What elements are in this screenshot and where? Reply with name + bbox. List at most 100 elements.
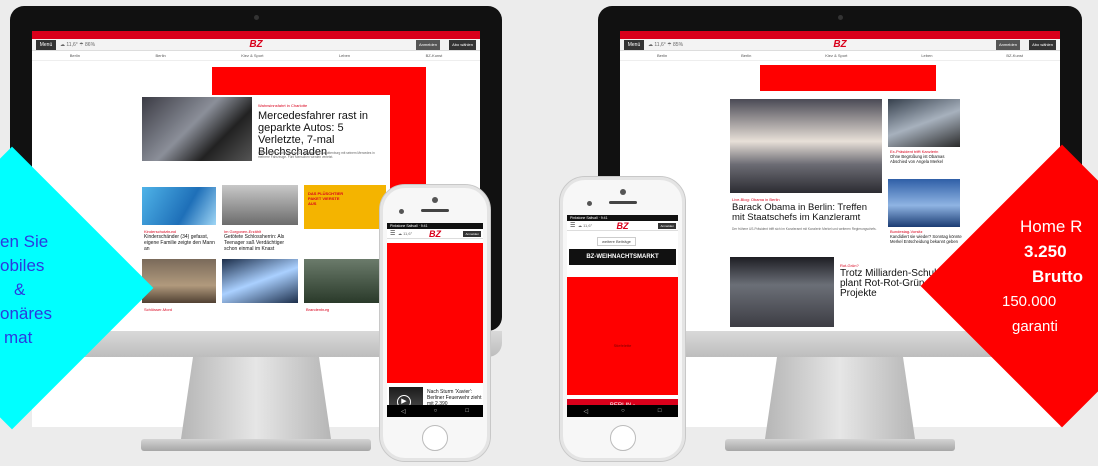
monitor-stand — [181, 357, 331, 439]
side-headline[interactable]: Kandidiert sie wieder? Sonntag könnte Me… — [890, 234, 962, 244]
story-kicker: Brandenburg — [306, 307, 330, 312]
hamburger-icon[interactable]: ☰ — [390, 231, 395, 237]
menu-button[interactable]: Menü — [36, 40, 56, 50]
lead-headline[interactable]: Barack Obama in Berlin: Treffen mit Staa… — [732, 203, 882, 223]
content-column: Ex-Präsident trifft Kanzlerin Ohne Begrü… — [728, 97, 964, 343]
content-column: Wahnsinnsfahrt in Charlotte Mercedesfahr… — [140, 95, 390, 351]
lead-image[interactable] — [142, 97, 252, 161]
story-image[interactable] — [222, 259, 298, 303]
story-image[interactable] — [142, 259, 216, 303]
promo-banner[interactable]: BZ-WEIHNACHTSMARKT — [569, 249, 676, 265]
lead-kicker: Wahnsinnsfahrt in Charlotte — [258, 103, 308, 108]
monitor-foot — [725, 439, 955, 451]
nav-item[interactable]: Berlin — [657, 51, 667, 60]
nav-item[interactable]: Kiez & Sport — [825, 51, 847, 60]
diamond-line: onäres — [0, 304, 52, 323]
ad-text: DAS PLÜSCHTIER PAKET VIERSTE AUS — [308, 191, 344, 206]
login-button[interactable]: Anmelden — [658, 223, 676, 229]
android-nav-bar: ◁ ○ □ — [567, 405, 678, 417]
camera-icon — [254, 15, 259, 20]
nav-item[interactable]: Leben — [339, 51, 350, 60]
speaker-grille — [421, 209, 449, 212]
diamond-line: & — [14, 280, 26, 299]
story-image[interactable] — [222, 185, 298, 225]
mobile-ad[interactable] — [387, 243, 483, 383]
hamburger-icon[interactable]: ☰ — [570, 223, 575, 229]
monitor-foot — [141, 439, 371, 451]
diamond-line: 150.000 — [1002, 293, 1057, 310]
side-headline[interactable]: Ohne Begrüßung ist Obamas Abschied von A… — [890, 154, 962, 164]
login-button[interactable]: Anmelden — [415, 40, 440, 50]
diamond-line: mat — [4, 328, 33, 347]
site-header: Menü ☁ 11,6° ☂ 85% BZ Anmelden Abo wähle… — [620, 39, 1060, 51]
more-articles-tag[interactable]: weitere Beiträge — [597, 237, 636, 246]
side-image[interactable] — [888, 179, 960, 227]
diamond-line: 3.250 — [1024, 242, 1067, 261]
login-button[interactable]: Anmelden — [995, 40, 1020, 50]
nav-item[interactable]: Berlin — [70, 51, 80, 60]
diamond-line: Brutto — [1032, 267, 1083, 286]
mobile-ad[interactable] — [567, 277, 678, 395]
site-logo[interactable]: BZ — [429, 229, 441, 239]
main-nav: Berlin Berlin Kiez & Sport Leben BZ-Kuns… — [32, 51, 480, 61]
diamond-line: garanti — [1012, 318, 1058, 335]
diamond-line: en Sie — [0, 232, 49, 251]
nav-item[interactable]: BZ-Kunst — [1006, 51, 1023, 60]
android-nav-bar: ◁ ○ □ — [387, 405, 483, 417]
story-image[interactable] — [304, 259, 386, 303]
nav-item[interactable]: BZ-Kunst — [426, 51, 443, 60]
nav-item[interactable]: Leben — [921, 51, 932, 60]
back-icon[interactable]: ◁ — [401, 408, 406, 415]
weather-widget: ☁ 11,6° — [578, 223, 593, 228]
site-logo[interactable]: BZ — [617, 221, 629, 231]
nav-item[interactable]: Kiez & Sport — [241, 51, 263, 60]
recent-apps-icon[interactable]: □ — [658, 408, 662, 414]
sensor-icon — [399, 209, 404, 214]
weather-widget: ☁ 11,6° ☂ 86% — [60, 42, 96, 48]
speaker-grille — [608, 201, 637, 204]
subscribe-button[interactable]: Abo wählen — [1029, 40, 1056, 50]
ad-caption: Stiefelette — [613, 343, 632, 348]
story-headline[interactable]: Kinderschänder (34) gefasst, eigene Fami… — [144, 234, 216, 252]
login-button[interactable]: Anmelden — [463, 231, 481, 237]
story-image[interactable] — [142, 187, 216, 225]
site-logo[interactable]: BZ — [249, 39, 262, 51]
home-icon[interactable]: ○ — [434, 408, 438, 414]
right-diamond-text: Home R 3.250 Brutto 150.000 garanti — [1002, 214, 1098, 339]
camera-icon — [619, 189, 626, 195]
lead-image[interactable] — [730, 99, 882, 193]
story-image[interactable] — [730, 257, 834, 327]
story-headline[interactable]: Getötete Schlossherrin: Als Teenager saß… — [224, 234, 298, 252]
side-image[interactable] — [888, 99, 960, 147]
right-phone: Pinkstone Saltvall · 9:41 ☰ ☁ 11,6° BZ A… — [559, 176, 686, 462]
subscribe-button[interactable]: Abo wählen — [449, 40, 476, 50]
left-phone: Pinkstone Saltvall · 9:41 ☰ ☁ 11,6° BZ A… — [379, 184, 491, 462]
diamond-line: Home R — [1020, 217, 1083, 236]
site-header: Menü ☁ 11,6° ☂ 86% BZ Anmelden Abo wähle… — [32, 39, 480, 51]
nav-item[interactable]: Berlin — [741, 51, 751, 60]
left-diamond-text: en Sie obiles & onäres mat — [0, 230, 80, 350]
nav-item[interactable]: Berlin — [155, 51, 165, 60]
home-button[interactable] — [422, 425, 448, 451]
lead-teaser: Der frühere US-Präsident trifft sich im … — [732, 227, 877, 231]
mobile-header: ☰ ☁ 11,6° BZ Anmelden — [387, 229, 483, 239]
banner-ad[interactable] — [760, 65, 936, 91]
home-icon[interactable]: ○ — [621, 408, 625, 414]
weather-widget: ☁ 11,6° — [398, 231, 413, 236]
back-icon[interactable]: ◁ — [584, 408, 589, 415]
sensor-icon — [586, 201, 592, 206]
monitor-stand — [765, 357, 915, 439]
weather-widget: ☁ 11,6° ☂ 85% — [648, 42, 684, 48]
lead-teaser: Gegen 3 Uhr nachts rast ein 24-Jähriger … — [258, 151, 375, 159]
camera-icon — [432, 197, 438, 203]
brand-bar — [620, 31, 1060, 39]
recent-apps-icon[interactable]: □ — [465, 408, 469, 414]
brand-bar — [32, 31, 480, 39]
menu-button[interactable]: Menü — [624, 40, 644, 50]
diamond-line: obiles — [0, 256, 45, 275]
site-logo[interactable]: BZ — [833, 39, 846, 51]
story-kicker: Schlösser-Mord — [144, 307, 173, 312]
left-phone-screen: Pinkstone Saltvall · 9:41 ☰ ☁ 11,6° BZ A… — [387, 223, 483, 417]
main-nav: Berlin Berlin Kiez & Sport Leben BZ-Kuns… — [620, 51, 1060, 61]
home-button[interactable] — [609, 425, 636, 451]
